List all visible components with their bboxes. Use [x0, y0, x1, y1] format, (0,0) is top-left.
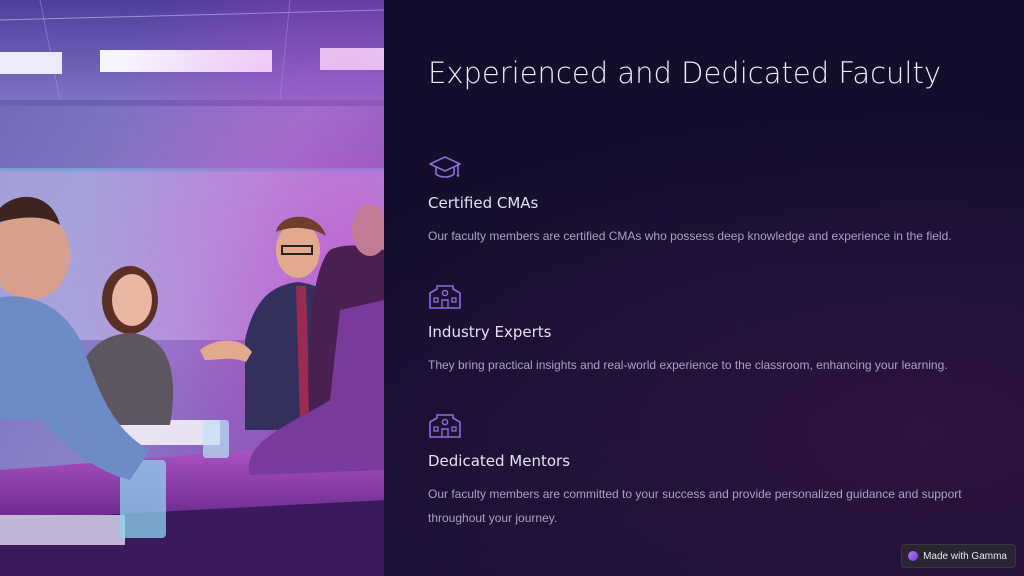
feature-description: Our faculty members are certified CMAs w… — [428, 229, 952, 243]
graduation-cap-icon — [429, 156, 461, 178]
feature-certified-cmas: Certified CMAs Our faculty members are c… — [428, 154, 988, 243]
gamma-logo-icon — [908, 551, 919, 561]
feature-title: Industry Experts — [428, 323, 552, 341]
feature-dedicated-mentors: Dedicated Mentors Our faculty members ar… — [428, 412, 988, 525]
faculty-meeting-photo — [0, 0, 384, 576]
slide: Experienced and Dedicated Faculty Certif… — [0, 0, 1024, 576]
page-title: Experienced and Dedicated Faculty — [428, 56, 942, 90]
badge-label: Made with Gamma — [923, 550, 1007, 562]
building-icon — [429, 285, 461, 309]
building-icon — [429, 414, 461, 438]
made-with-gamma-badge[interactable]: Made with Gamma — [901, 544, 1016, 568]
feature-industry-experts: Industry Experts They bring practical in… — [428, 283, 988, 372]
feature-title: Dedicated Mentors — [428, 452, 571, 470]
feature-description: They bring practical insights and real-w… — [428, 358, 948, 372]
feature-title: Certified CMAs — [428, 194, 539, 212]
feature-description: Our faculty members are committed to you… — [428, 487, 962, 525]
content-panel: Experienced and Dedicated Faculty Certif… — [428, 0, 988, 576]
